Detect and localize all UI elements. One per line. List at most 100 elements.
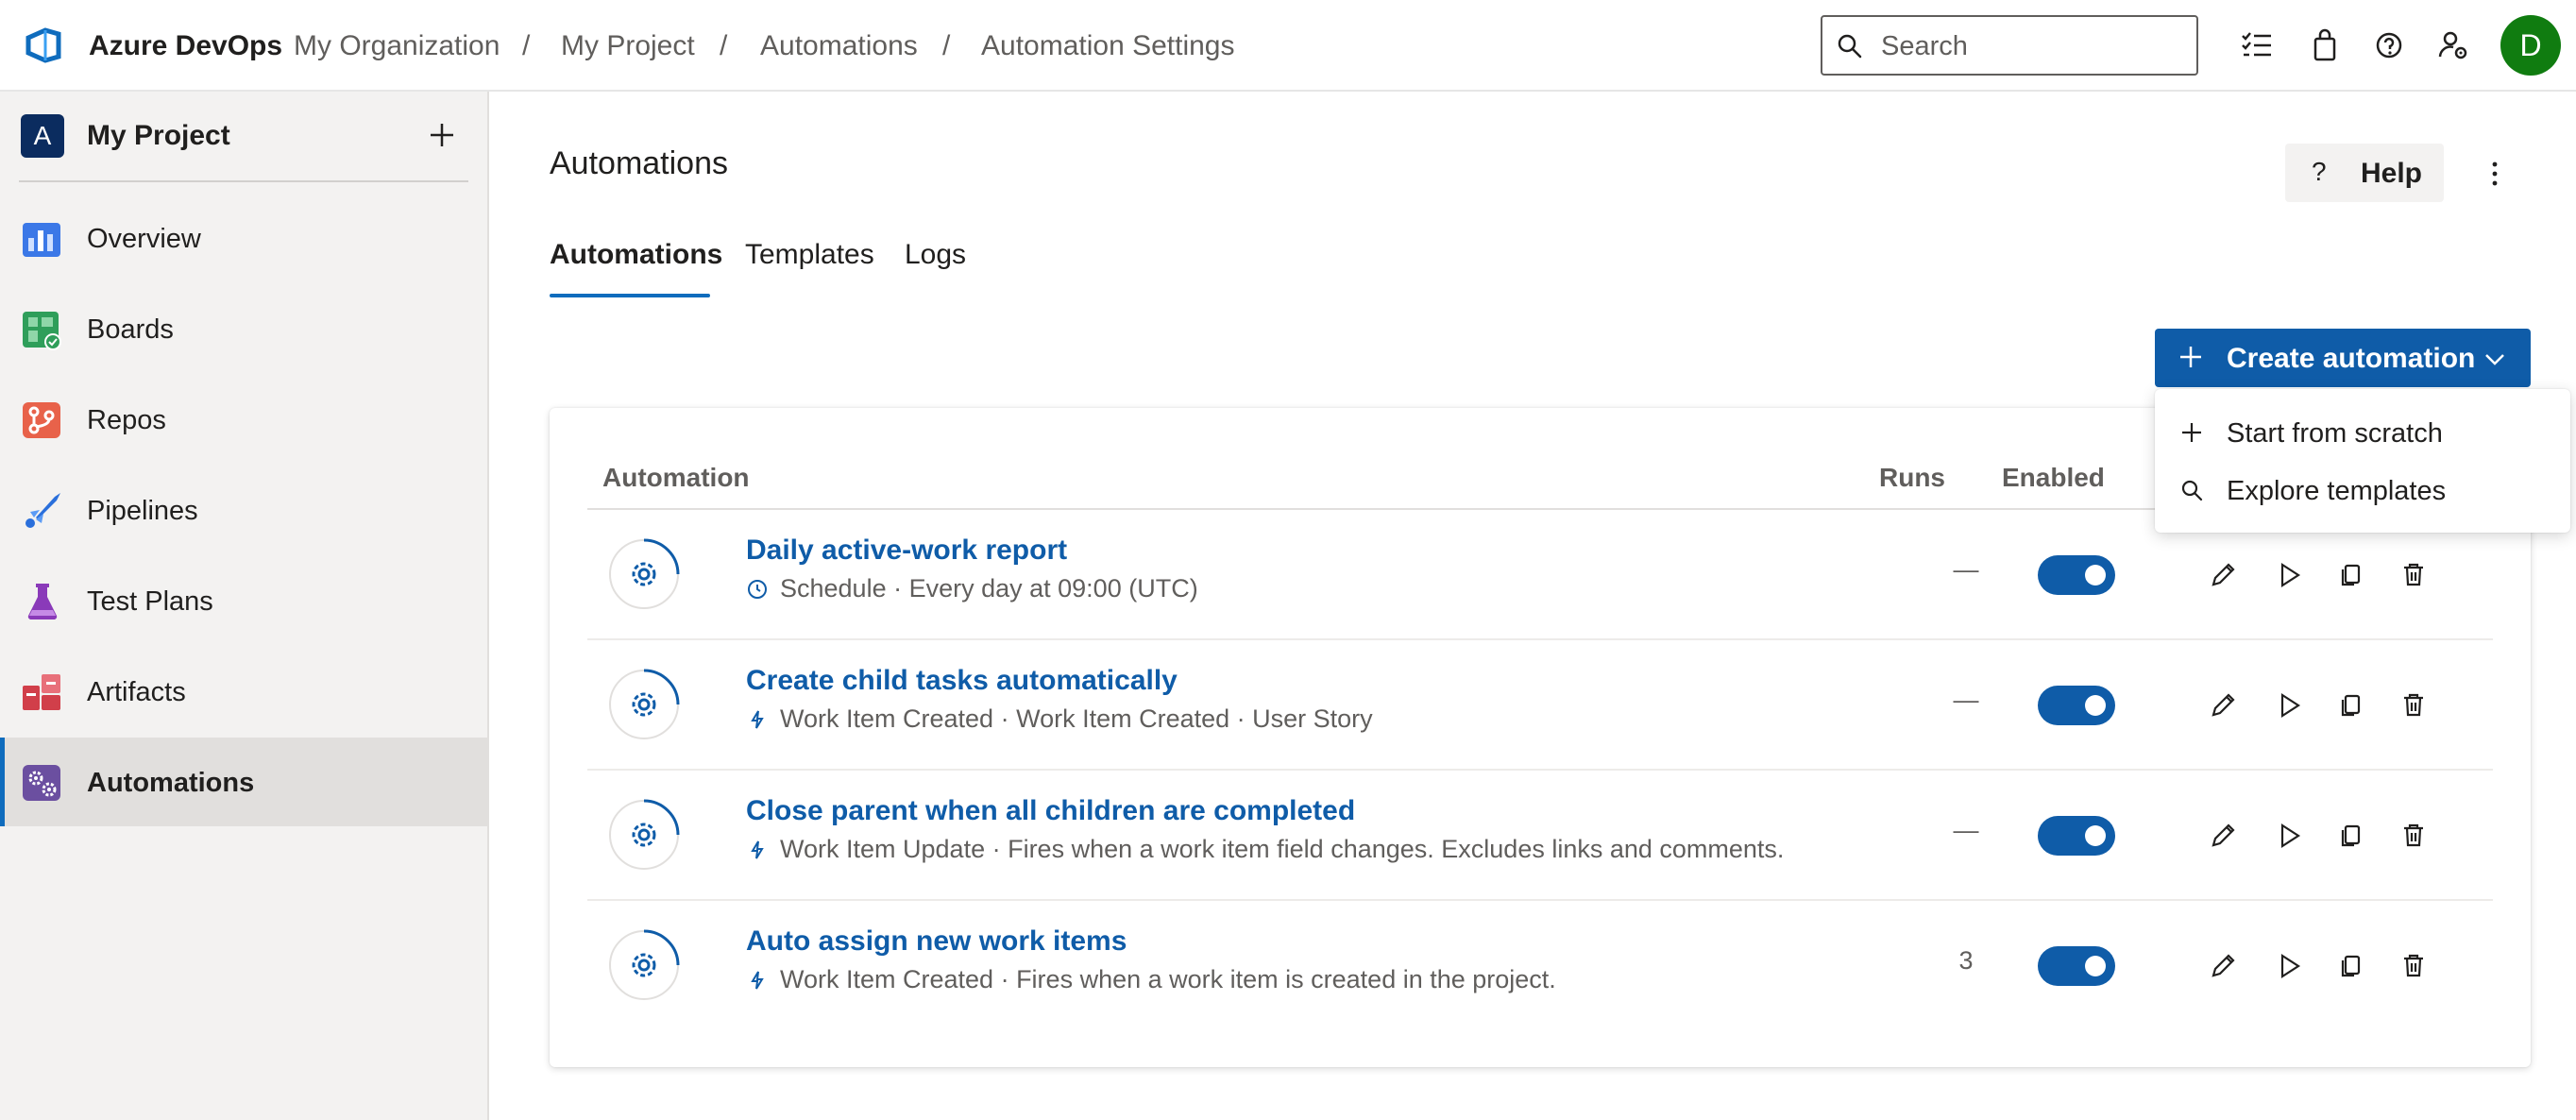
copy-icon[interactable]	[2334, 949, 2368, 983]
copy-icon[interactable]	[2334, 558, 2368, 592]
enabled-toggle[interactable]	[2038, 686, 2115, 725]
enabled-toggle[interactable]	[2038, 555, 2115, 595]
menu-item-explore-templates[interactable]: Explore templates	[2155, 462, 2570, 518]
automation-name-link[interactable]: Create child tasks automatically	[746, 665, 1178, 697]
column-header-enabled[interactable]: Enabled	[2002, 463, 2105, 493]
plus-icon	[2182, 423, 2201, 442]
runs-count: —	[1953, 555, 1979, 584]
sidebar-item-label: Artifacts	[87, 677, 186, 707]
runs-count: —	[1953, 686, 1979, 714]
page-title: Automations	[550, 145, 728, 181]
enabled-toggle[interactable]	[2038, 816, 2115, 856]
edit-icon[interactable]	[2206, 558, 2240, 592]
plus-icon	[2180, 347, 2201, 367]
run-icon[interactable]	[2272, 688, 2306, 722]
search-input[interactable]	[1881, 28, 2183, 64]
create-automation-button[interactable]: Create automation	[2155, 329, 2531, 387]
tab-automations[interactable]: Automations	[550, 239, 722, 271]
table-row[interactable]: Create child tasks automatically Work It…	[587, 640, 2493, 771]
sidebar-item-automations[interactable]: Automations	[0, 738, 487, 826]
breadcrumb-project[interactable]: My Project	[561, 30, 695, 62]
help-button-label: Help	[2361, 158, 2423, 189]
toggle-knob	[2085, 695, 2106, 716]
delete-icon[interactable]	[2397, 819, 2431, 853]
sidebar-item-label: Pipelines	[87, 496, 198, 526]
menu-item-label: Start from scratch	[2227, 418, 2443, 449]
sidebar-item-overview[interactable]: Overview	[0, 194, 487, 282]
run-icon[interactable]	[2272, 949, 2306, 983]
create-automation-label: Create automation	[2227, 343, 2476, 374]
question-mark-icon: ?	[2312, 157, 2327, 186]
automations-icon	[23, 765, 60, 801]
breadcrumb-separator: /	[522, 30, 531, 61]
edit-icon[interactable]	[2206, 688, 2240, 722]
sidebar-item-label: Automations	[87, 768, 255, 798]
lightning-icon	[751, 971, 764, 990]
automation-trigger-description: Work Item Created · Fires when a work it…	[780, 965, 1556, 993]
column-header-runs[interactable]: Runs	[1879, 463, 1945, 493]
more-options-icon[interactable]	[2478, 155, 2512, 193]
sidebar: A My Project Overview Boards Repos Pipel…	[0, 92, 489, 1120]
run-icon[interactable]	[2272, 819, 2306, 853]
sidebar-item-label: Overview	[87, 224, 201, 254]
avatar[interactable]: D	[2500, 15, 2561, 76]
copy-icon[interactable]	[2334, 688, 2368, 722]
runs-count: 3	[1958, 946, 1974, 975]
automation-name-link[interactable]: Close parent when all children are compl…	[746, 795, 1355, 827]
boards-icon	[23, 312, 61, 350]
delete-icon[interactable]	[2397, 688, 2431, 722]
active-tab-indicator	[550, 294, 710, 297]
run-icon[interactable]	[2272, 558, 2306, 592]
sidebar-item-pipelines[interactable]: Pipelines	[0, 466, 487, 554]
menu-item-start-from-scratch[interactable]: Start from scratch	[2155, 404, 2570, 461]
sidebar-item-label: Test Plans	[87, 586, 213, 617]
copy-icon[interactable]	[2334, 819, 2368, 853]
toggle-knob	[2085, 956, 2106, 976]
edit-icon[interactable]	[2206, 949, 2240, 983]
tab-logs[interactable]: Logs	[905, 239, 966, 271]
breadcrumb-automations[interactable]: Automations	[760, 30, 918, 62]
project-badge: A	[21, 114, 64, 158]
repos-icon	[23, 402, 60, 438]
sidebar-item-repos[interactable]: Repos	[0, 375, 487, 464]
edit-icon[interactable]	[2206, 819, 2240, 853]
delete-icon[interactable]	[2397, 558, 2431, 592]
task-list-icon[interactable]	[2238, 26, 2276, 64]
sidebar-item-test-plans[interactable]: Test Plans	[0, 556, 487, 645]
enabled-toggle[interactable]	[2038, 946, 2115, 986]
user-settings-icon[interactable]	[2434, 26, 2472, 64]
breadcrumb-separator: /	[720, 30, 728, 61]
lightning-icon	[751, 710, 764, 729]
clock-icon	[748, 580, 767, 599]
help-circle-icon[interactable]	[2370, 26, 2408, 64]
automation-name-link[interactable]: Daily active-work report	[746, 535, 1067, 567]
brand-name[interactable]: Azure DevOps	[89, 30, 282, 62]
toggle-knob	[2085, 565, 2106, 585]
delete-icon[interactable]	[2397, 949, 2431, 983]
automation-trigger-description: Work Item Update · Fires when a work ite…	[780, 835, 1785, 863]
breadcrumb-separator: /	[942, 30, 951, 61]
add-icon[interactable]	[423, 116, 461, 154]
project-name[interactable]: My Project	[87, 120, 230, 152]
tab-templates[interactable]: Templates	[745, 239, 874, 271]
pipelines-icon	[25, 493, 60, 528]
menu-item-label: Explore templates	[2227, 476, 2447, 506]
toggle-knob	[2085, 825, 2106, 846]
artifacts-icon	[23, 674, 60, 710]
automation-gear-icon	[609, 538, 680, 609]
automation-trigger-description: Work Item Created · Work Item Created · …	[780, 704, 1373, 733]
test-plans-icon	[27, 584, 58, 620]
help-button[interactable]: ? Help	[2285, 144, 2444, 202]
azure-devops-logo-icon[interactable]	[23, 25, 64, 66]
top-bar: Azure DevOps My Organization / My Projec…	[0, 0, 2576, 92]
table-row[interactable]: Auto assign new work items Work Item Cre…	[587, 901, 2493, 1031]
breadcrumb-automation-settings[interactable]: Automation Settings	[981, 30, 1235, 62]
automation-name-link[interactable]: Auto assign new work items	[746, 925, 1127, 958]
shopping-bag-icon[interactable]	[2306, 26, 2344, 64]
column-header-automation[interactable]: Automation	[602, 463, 750, 493]
sidebar-item-boards[interactable]: Boards	[0, 284, 487, 373]
breadcrumb-organization[interactable]: My Organization	[294, 30, 500, 62]
search-box[interactable]	[1821, 15, 2198, 76]
table-row[interactable]: Close parent when all children are compl…	[587, 771, 2493, 901]
sidebar-item-artifacts[interactable]: Artifacts	[0, 647, 487, 736]
